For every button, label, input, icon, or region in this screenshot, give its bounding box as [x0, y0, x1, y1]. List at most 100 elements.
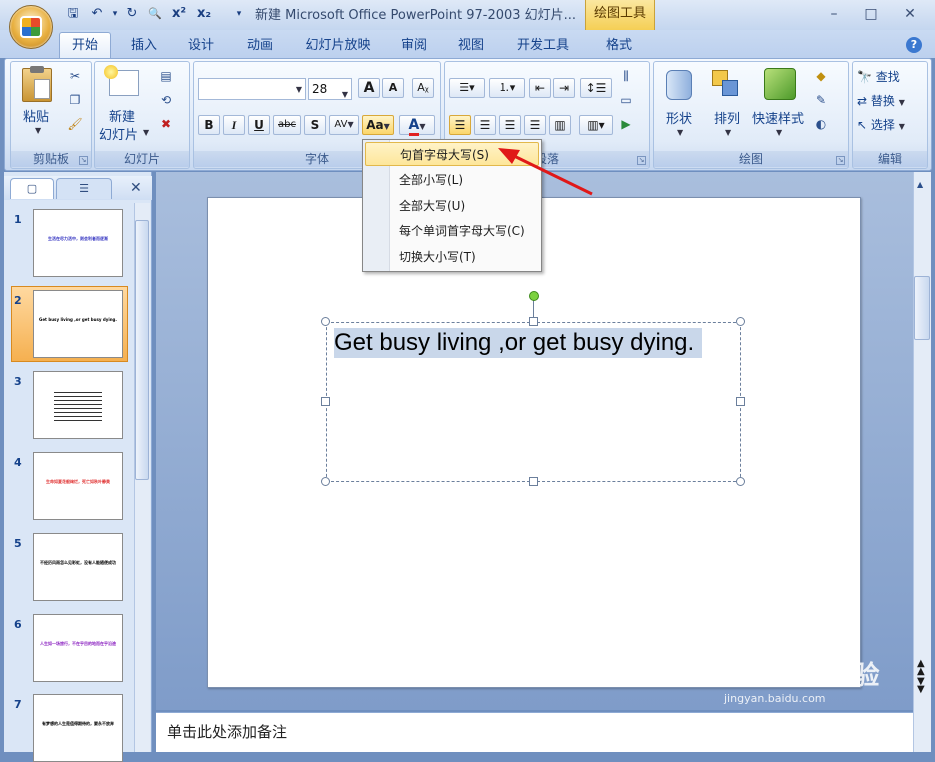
- resize-handle-b[interactable]: [529, 477, 538, 486]
- close-panel-icon[interactable]: ✕: [130, 180, 142, 196]
- tab-slideshow[interactable]: 幻灯片放映: [298, 35, 378, 58]
- bold-button[interactable]: B: [198, 115, 220, 135]
- resize-handle-tr[interactable]: [736, 317, 745, 326]
- delete-slide-icon[interactable]: ✖: [157, 116, 175, 132]
- menu-item-toggle-case[interactable]: 切换大小写(T): [365, 245, 539, 269]
- tab-slides[interactable]: ▢: [10, 178, 54, 199]
- new-slide-button[interactable]: 幻灯片: [99, 124, 138, 143]
- font-name-combo[interactable]: ▼: [198, 78, 306, 100]
- format-painter-icon[interactable]: 🖌: [66, 116, 84, 132]
- scroll-up-icon[interactable]: ▲: [917, 180, 923, 189]
- shapes-button[interactable]: 形状: [666, 108, 692, 127]
- help-icon[interactable]: ?: [906, 37, 922, 53]
- resize-handle-br[interactable]: [736, 477, 745, 486]
- font-color-button[interactable]: A▼: [399, 115, 435, 136]
- shape-outline-icon[interactable]: ✎: [812, 92, 830, 108]
- print-preview-icon[interactable]: 🔍: [146, 5, 164, 23]
- reset-icon[interactable]: ⟲: [157, 92, 175, 108]
- tab-insert[interactable]: 插入: [124, 35, 164, 58]
- resize-handle-bl[interactable]: [321, 477, 330, 486]
- paste-dropdown-icon[interactable]: ▼: [35, 126, 41, 135]
- font-size-combo[interactable]: 28 ▼: [308, 78, 352, 100]
- resize-handle-tl[interactable]: [321, 317, 330, 326]
- next-slide-icon[interactable]: ▼ ▼: [917, 677, 925, 695]
- grow-font-button[interactable]: A: [358, 78, 380, 98]
- find-button[interactable]: 🔭 查找: [857, 68, 925, 86]
- menu-item-capitalize-each-word[interactable]: 每个单词首字母大写(C): [365, 219, 539, 243]
- distribute-button[interactable]: ▥: [549, 115, 571, 135]
- align-right-button[interactable]: ☰: [499, 115, 521, 135]
- paste-button[interactable]: 粘贴: [23, 106, 49, 125]
- align-left-button[interactable]: ☰: [449, 115, 471, 135]
- tab-view[interactable]: 视图: [451, 35, 491, 58]
- subscript-icon[interactable]: x₂: [195, 5, 213, 23]
- new-slide-dropdown-icon[interactable]: ▼: [143, 128, 149, 137]
- minimize-button[interactable]: –: [821, 4, 847, 24]
- select-button[interactable]: ↖ 选择 ▼: [857, 116, 925, 134]
- replace-button[interactable]: ⇄ 替换 ▼: [857, 92, 925, 110]
- columns-button[interactable]: ▥▾: [579, 115, 613, 135]
- customize-qat-icon[interactable]: ▾: [230, 5, 248, 23]
- tab-developer[interactable]: 开发工具: [510, 35, 576, 58]
- font-size-dropdown-icon[interactable]: ▼: [342, 85, 348, 105]
- decrease-indent-button[interactable]: ⇤: [529, 78, 551, 98]
- align-text-icon[interactable]: ▭: [617, 92, 635, 108]
- copy-icon[interactable]: ❐: [66, 92, 84, 108]
- cut-icon[interactable]: ✂: [66, 68, 84, 84]
- change-case-button[interactable]: Aa▼: [362, 115, 394, 135]
- resize-handle-l[interactable]: [321, 397, 330, 406]
- tab-animation[interactable]: 动画: [240, 35, 280, 58]
- tab-outline[interactable]: ☰: [56, 178, 112, 199]
- close-button[interactable]: ✕: [897, 4, 923, 24]
- char-spacing-button[interactable]: AV▼: [329, 115, 359, 135]
- slide-thumbnail[interactable]: 人生如一场旅行，不在乎目的地而在乎沿途: [33, 614, 123, 682]
- prev-slide-icon[interactable]: ▲ ▲: [917, 659, 925, 677]
- smartart-icon[interactable]: ▶: [617, 116, 635, 132]
- quick-styles-dropdown-icon[interactable]: ▼: [776, 128, 782, 137]
- quick-styles-button[interactable]: 快速样式: [752, 108, 804, 127]
- slide-thumbnail[interactable]: 生活在尽力活中，则会利者而逐渐: [33, 209, 123, 277]
- text-direction-icon[interactable]: ⫼: [617, 68, 635, 84]
- panel-scroll-thumb[interactable]: [135, 220, 149, 480]
- notes-placeholder[interactable]: 单击此处添加备注: [167, 721, 287, 742]
- shapes-dropdown-icon[interactable]: ▼: [677, 128, 683, 137]
- align-center-button[interactable]: ☰: [474, 115, 496, 135]
- slide-thumbnail[interactable]: Get busy living ,or get busy dying.: [33, 290, 123, 358]
- slide-thumbnail[interactable]: 生命如夏花般绚烂，死亡如秋叶静美: [33, 452, 123, 520]
- font-name-dropdown-icon[interactable]: ▼: [296, 85, 302, 94]
- arrange-button[interactable]: 排列: [714, 108, 740, 127]
- justify-button[interactable]: ☰: [524, 115, 546, 135]
- strikethrough-button[interactable]: abc: [273, 115, 301, 135]
- underline-button[interactable]: U: [248, 115, 270, 135]
- undo-icon[interactable]: ↶: [88, 5, 106, 23]
- undo-dropdown-icon[interactable]: ▾: [106, 5, 124, 23]
- vertical-scroll-thumb[interactable]: [914, 276, 930, 340]
- shape-fill-icon[interactable]: ◆: [812, 68, 830, 84]
- redo-icon[interactable]: ↻: [123, 5, 141, 23]
- new-slide-line1[interactable]: 新建: [109, 106, 135, 125]
- resize-handle-r[interactable]: [736, 397, 745, 406]
- clipboard-launcher-icon[interactable]: ↘: [79, 156, 88, 165]
- save-icon[interactable]: 🖫: [64, 5, 82, 23]
- slide-thumbnail[interactable]: [33, 371, 123, 439]
- rotation-handle[interactable]: [529, 291, 539, 301]
- office-button[interactable]: [9, 5, 53, 49]
- tab-review[interactable]: 审阅: [394, 35, 434, 58]
- line-spacing-button[interactable]: ↕☰: [580, 78, 612, 98]
- arrange-dropdown-icon[interactable]: ▼: [725, 128, 731, 137]
- tab-home[interactable]: 开始: [59, 32, 111, 59]
- numbering-button[interactable]: ⒈▾: [489, 78, 525, 98]
- superscript-icon[interactable]: x²: [170, 5, 188, 23]
- slide-thumbnail[interactable]: 不经历风雨怎么见彩虹，没有人能随便成功: [33, 533, 123, 601]
- drawing-launcher-icon[interactable]: ↘: [836, 156, 845, 165]
- layout-icon[interactable]: ▤: [157, 68, 175, 84]
- shadow-button[interactable]: S: [304, 115, 326, 135]
- italic-button[interactable]: I: [223, 115, 245, 135]
- shrink-font-button[interactable]: A: [382, 78, 404, 98]
- resize-handle-t[interactable]: [529, 317, 538, 326]
- increase-indent-button[interactable]: ⇥: [553, 78, 575, 98]
- paragraph-launcher-icon[interactable]: ↘: [637, 156, 646, 165]
- slide-text-selected[interactable]: Get busy living ,or get busy dying.: [334, 328, 703, 358]
- tab-format[interactable]: 格式: [599, 35, 639, 58]
- shape-effects-icon[interactable]: ◐: [812, 116, 830, 132]
